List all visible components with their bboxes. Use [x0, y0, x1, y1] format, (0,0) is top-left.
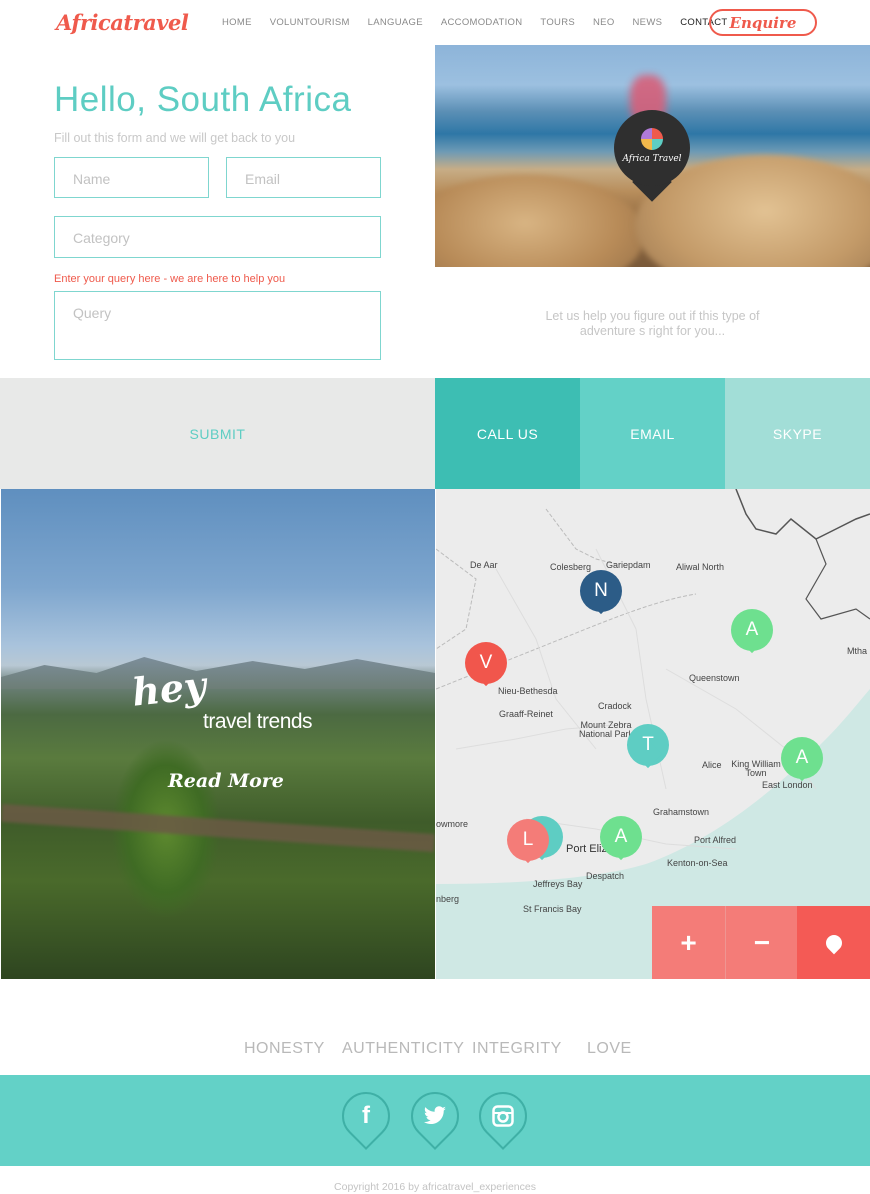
map-place: Aliwal North — [676, 562, 725, 572]
pin-letter: A — [795, 747, 809, 768]
map-place: King William Town — [731, 759, 781, 778]
nav-language[interactable]: LANGUAGE — [368, 17, 423, 28]
map-place: Alice — [702, 760, 722, 770]
map-place: Gariepdam — [606, 560, 651, 570]
help-text: Let us help you figure out if this type … — [545, 309, 760, 338]
pin-letter: V — [479, 652, 493, 673]
map-place: St Francis Bay — [523, 904, 582, 914]
site-header: Africatravel HOME VOLUNTOURISM LANGUAGE … — [0, 0, 870, 45]
nav-voluntourism[interactable]: VOLUNTOURISM — [270, 17, 350, 28]
name-field[interactable]: Name — [54, 157, 209, 198]
value-integrity: INTEGRITY — [472, 1040, 562, 1057]
pin-letter: T — [642, 734, 654, 755]
map-pin-t[interactable]: T — [627, 724, 669, 769]
skype-button[interactable]: SKYPE — [725, 378, 870, 489]
travel-trends-image[interactable] — [1, 489, 435, 979]
map-pin-n[interactable]: N — [580, 570, 622, 615]
mountains — [1, 657, 435, 689]
enquire-button[interactable]: Enquire — [709, 9, 817, 36]
map-place: nberg — [436, 894, 460, 904]
map-place: De Aar — [470, 560, 498, 570]
email-field[interactable]: Email — [226, 157, 381, 198]
map-place: Jeffreys Bay — [533, 879, 583, 889]
email-button[interactable]: EMAIL — [580, 378, 725, 489]
page-title: Hello, South Africa — [54, 80, 352, 119]
zoom-out-button[interactable]: − — [725, 906, 798, 979]
pin-letter: A — [745, 619, 759, 640]
twitter-icon — [411, 1092, 459, 1140]
map-pin-l[interactable]: L — [507, 819, 549, 864]
page-subtitle: Fill out this form and we will get back … — [54, 131, 296, 145]
copyright: Copyright 2016 by africatravel_experienc… — [334, 1181, 536, 1193]
submit-button[interactable]: SUBMIT — [0, 378, 435, 489]
map-pin-v[interactable]: V — [465, 642, 507, 687]
zoom-in-button[interactable]: + — [652, 906, 725, 979]
map-place: Graaff-Reinet — [499, 709, 553, 719]
facebook-icon: f — [362, 1102, 370, 1129]
twitter-link[interactable] — [401, 1082, 469, 1150]
site-logo[interactable]: Africatravel — [56, 10, 189, 35]
instagram-link[interactable] — [469, 1082, 537, 1150]
query-field[interactable]: Query — [54, 291, 381, 360]
value-love: LOVE — [587, 1040, 632, 1057]
pin-letter: A — [614, 826, 628, 847]
facebook-link[interactable]: f — [332, 1082, 400, 1150]
value-honesty: HONESTY — [244, 1040, 325, 1057]
category-field[interactable]: Category — [54, 216, 381, 258]
nav-home[interactable]: HOME — [222, 17, 252, 28]
value-authenticity: AUTHENTICITY — [342, 1040, 465, 1057]
pin-letter: N — [594, 580, 608, 601]
nav-accomodation[interactable]: ACCOMODATION — [441, 17, 523, 28]
map-place: East London — [762, 780, 813, 790]
nav-neo[interactable]: NEO — [593, 17, 615, 28]
map-pin-a[interactable]: A — [600, 816, 642, 861]
location-button[interactable] — [797, 906, 870, 979]
hey-logo: hey — [129, 662, 209, 715]
map-place: Queenstown — [689, 673, 740, 683]
instagram-icon — [479, 1092, 527, 1140]
map-place: Grahamstown — [653, 807, 710, 817]
map-place: Mtha — [847, 646, 868, 656]
main-nav: HOME VOLUNTOURISM LANGUAGE ACCOMODATION … — [222, 17, 746, 28]
map-place: owmore — [436, 819, 469, 829]
location-pin-icon — [822, 931, 845, 954]
map-pin-a[interactable]: A — [781, 737, 823, 782]
nav-tours[interactable]: TOURS — [540, 17, 575, 28]
map-place: Port Alfred — [694, 835, 737, 845]
nav-news[interactable]: NEWS — [633, 17, 663, 28]
brand-badge-text: Africa Travel — [622, 154, 682, 164]
travel-trends-label: travel trends — [203, 710, 313, 733]
read-more-link[interactable]: Read More — [168, 770, 284, 792]
values-row: HONESTY AUTHENTICITY INTEGRITY LOVE — [0, 1040, 870, 1060]
pin-letter: L — [522, 829, 534, 850]
map-place: Kenton-on-Sea — [667, 858, 728, 868]
map-place: Nieu-Bethesda — [498, 686, 558, 696]
map-pin-a[interactable]: A — [731, 609, 773, 654]
map-place: Despatch — [586, 871, 625, 881]
map-place: Cradock — [598, 701, 632, 711]
brand-badge-logo-icon — [641, 128, 663, 150]
query-hint: Enter your query here - we are here to h… — [54, 273, 286, 285]
call-us-button[interactable]: CALL US — [435, 378, 580, 489]
hero-rock — [435, 175, 645, 267]
